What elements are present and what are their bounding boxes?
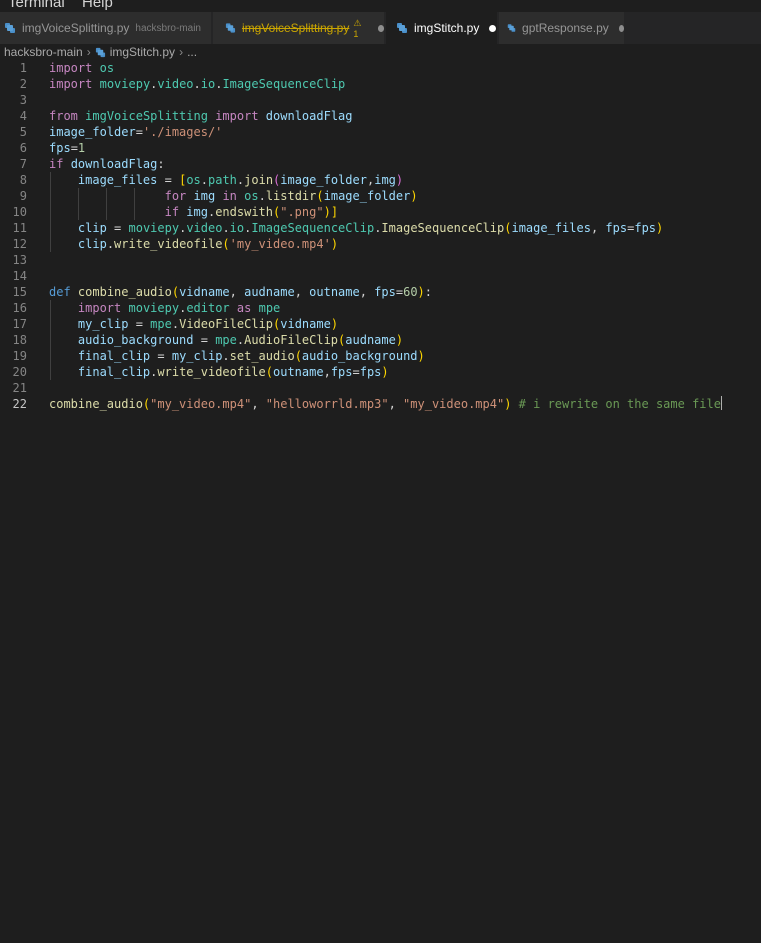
line-number: 5	[19, 125, 27, 139]
breadcrumb: hacksbro-main › imgStitch.py › ...	[0, 44, 761, 60]
line-code: image_folder='./images/'	[49, 125, 223, 139]
line-code: fps=1	[49, 141, 86, 155]
line-number: 21	[12, 381, 27, 395]
line-number: 1	[19, 61, 27, 75]
line-number: 2	[19, 77, 27, 91]
menu-help[interactable]: Help	[82, 0, 113, 11]
code-line[interactable]: 6 fps=1	[0, 140, 761, 156]
python-file-icon	[397, 23, 407, 33]
tab-label: gptResponse.py	[522, 21, 609, 35]
line-number: 12	[12, 237, 27, 251]
line-number: 8	[19, 173, 27, 187]
code-line[interactable]: 5 image_folder='./images/'	[0, 124, 761, 140]
tab-imgvoicesplitting-main[interactable]: imgVoiceSplitting.py hacksbro-main	[0, 12, 212, 44]
code-line[interactable]: 20 final_clip.write_videofile(outname,fp…	[0, 364, 761, 380]
line-number: 10	[12, 205, 27, 219]
code-line[interactable]: 22 combine_audio("my_video.mp4", "hellowo…	[0, 396, 761, 412]
breadcrumb-more[interactable]: ...	[187, 45, 197, 59]
code-line[interactable]: 2 import moviepy.video.io.ImageSequenceCl…	[0, 76, 761, 92]
tab-label: imgStitch.py	[414, 21, 480, 35]
line-code: import moviepy.editor as mpe	[77, 301, 281, 315]
line-number: 15	[12, 285, 27, 299]
line-code: audio_background = mpe.AudioFileClip(aud…	[77, 333, 404, 347]
line-code: final_clip = my_clip.set_audio(audio_bac…	[77, 349, 425, 363]
line-code: if downloadFlag:	[49, 157, 165, 171]
unsaved-dot-icon[interactable]	[489, 24, 497, 32]
tab-label: imgVoiceSplitting.py	[241, 21, 350, 35]
line-number: 22	[12, 397, 27, 411]
line-code: final_clip.write_videofile(outname,fps=f…	[77, 365, 389, 379]
line-number: 17	[12, 317, 27, 331]
breadcrumb-folder[interactable]: hacksbro-main	[4, 45, 83, 59]
tab-gptresponse[interactable]: gptResponse.py	[499, 12, 625, 44]
line-code: clip = moviepy.video.io.ImageSequenceCli…	[77, 221, 664, 235]
line-number: 18	[12, 333, 27, 347]
line-number: 14	[12, 269, 27, 283]
line-code: for img in os.listdir(image_folder)	[164, 189, 418, 203]
code-line[interactable]: 3	[0, 92, 761, 108]
code-line[interactable]: 10 if img.endswith(".png")]	[0, 204, 761, 220]
code-line[interactable]: 15 def combine_audio(vidname, audname, ou…	[0, 284, 761, 300]
tab-folder-label: hacksbro-main	[135, 22, 201, 34]
breadcrumb-file[interactable]: imgStitch.py	[110, 45, 175, 59]
code-line[interactable]: 1 import os	[0, 60, 761, 76]
line-code: image_files = [os.path.join(image_folder…	[77, 173, 404, 187]
code-line[interactable]: 21	[0, 380, 761, 396]
line-number: 9	[19, 189, 27, 203]
chevron-right-icon: ›	[86, 45, 91, 59]
line-number: 13	[12, 253, 27, 267]
code-line[interactable]: 7 if downloadFlag:	[0, 156, 761, 172]
line-code: my_clip = mpe.VideoFileClip(vidname)	[77, 317, 339, 331]
python-file-icon	[507, 24, 516, 32]
tab-bar: imgVoiceSplitting.py hacksbro-main imgVo…	[0, 12, 761, 44]
unsaved-dot-icon[interactable]	[618, 24, 624, 32]
code-editor[interactable]: 1 import os 2 import moviepy.video.io.Image…	[0, 60, 761, 943]
line-code: import moviepy.video.io.ImageSequenceCli…	[49, 77, 346, 91]
code-line[interactable]: 4 from imgVoiceSplitting import downloadF…	[0, 108, 761, 124]
python-file-icon	[95, 47, 105, 57]
text-cursor	[720, 396, 722, 410]
menu-bar: Terminal Help	[0, 0, 761, 12]
code-line[interactable]: 17 my_clip = mpe.VideoFileClip(vidname)	[0, 316, 761, 332]
menu-terminal[interactable]: Terminal	[8, 0, 65, 11]
line-code: if img.endswith(".png")]	[164, 205, 339, 219]
code-line[interactable]: 11 clip = moviepy.video.io.ImageSequence…	[0, 220, 761, 236]
code-line[interactable]: 13	[0, 252, 761, 268]
code-line[interactable]: 19 final_clip = my_clip.set_audio(audio_…	[0, 348, 761, 364]
line-code: clip.write_videofile('my_video.mp4')	[77, 237, 339, 251]
python-file-icon	[225, 23, 236, 33]
python-file-icon	[5, 23, 15, 33]
line-number: 6	[19, 141, 27, 155]
unsaved-dot-icon[interactable]	[377, 24, 384, 32]
code-line[interactable]: 18 audio_background = mpe.AudioFileClip(…	[0, 332, 761, 348]
line-number: 3	[19, 93, 27, 107]
code-line[interactable]: 12 clip.write_videofile('my_video.mp4')	[0, 236, 761, 252]
code-line[interactable]: 8 image_files = [os.path.join(image_fold…	[0, 172, 761, 188]
line-code: from imgVoiceSplitting import downloadFl…	[49, 109, 353, 123]
line-code: import os	[49, 61, 115, 75]
line-number: 19	[12, 349, 27, 363]
line-number: 16	[12, 301, 27, 315]
code-line[interactable]: 16 import moviepy.editor as mpe	[0, 300, 761, 316]
code-line[interactable]: 14	[0, 268, 761, 284]
tab-imgvoicesplitting-modified[interactable]: imgVoiceSplitting.py ⚠ 1	[213, 12, 385, 44]
line-number: 11	[12, 221, 27, 235]
tab-label: imgVoiceSplitting.py	[22, 21, 130, 35]
tab-imgstitch[interactable]: imgStitch.py	[386, 12, 498, 44]
line-code: combine_audio("my_video.mp4", "helloworr…	[49, 396, 722, 411]
chevron-right-icon: ›	[179, 45, 184, 59]
code-line[interactable]: 9 for img in os.listdir(image_folder)	[0, 188, 761, 204]
line-number: 7	[19, 157, 27, 171]
line-code: def combine_audio(vidname, audname, outn…	[49, 285, 433, 299]
line-number: 20	[12, 365, 27, 379]
problem-count-badge: ⚠ 1	[353, 17, 362, 39]
line-number: 4	[19, 109, 27, 123]
